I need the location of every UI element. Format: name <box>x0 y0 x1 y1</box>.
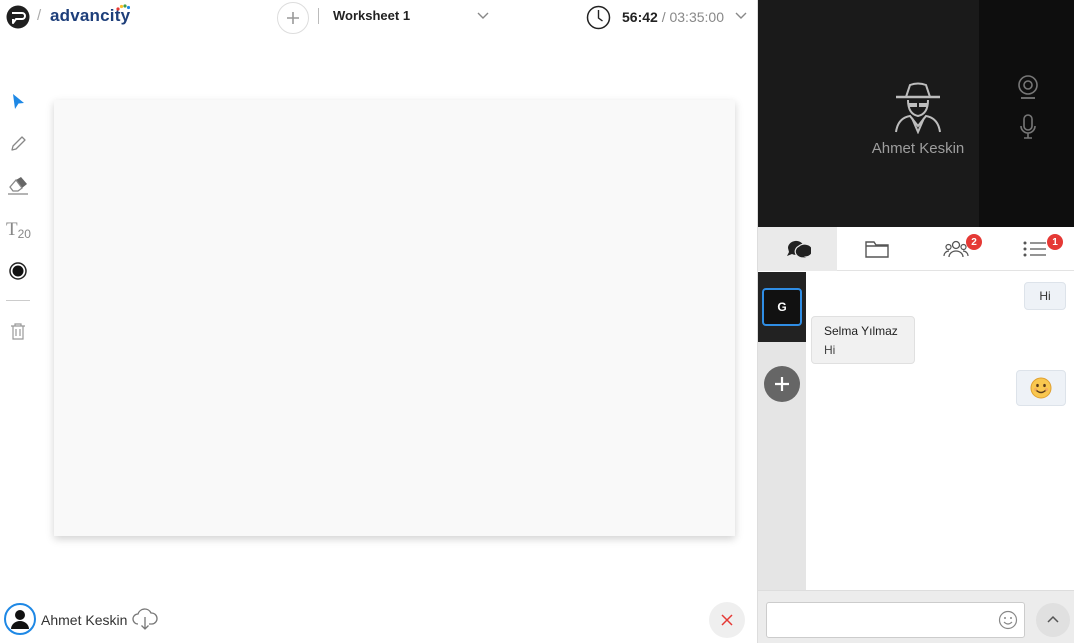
participants-count-badge: 2 <box>966 234 982 250</box>
list-count-badge: 1 <box>1047 234 1063 250</box>
plus-icon <box>775 377 789 391</box>
folder-icon <box>864 241 889 258</box>
cloud-download-icon[interactable] <box>131 606 159 632</box>
new-chat-button[interactable] <box>764 366 800 402</box>
video-panel: Ahmet Keskin <box>758 0 1074 227</box>
breadcrumb-separator: / <box>37 7 42 24</box>
message-incoming: Selma Yılmaz Hi <box>811 316 915 364</box>
clock-icon <box>586 5 611 30</box>
trash-icon <box>11 323 25 340</box>
worksheet-title[interactable]: Worksheet 1 <box>333 8 410 23</box>
user-avatar[interactable] <box>4 603 36 635</box>
webcam-icon[interactable] <box>1016 74 1040 100</box>
cursor-arrow-icon <box>13 94 24 109</box>
message-sender: Selma Yılmaz <box>824 324 898 338</box>
emoji-picker-icon[interactable] <box>998 610 1018 630</box>
pencil-tool-button[interactable] <box>6 132 30 156</box>
user-icon <box>11 610 29 629</box>
tab-files[interactable] <box>837 227 916 271</box>
app-logo-icon[interactable] <box>5 5 31 29</box>
add-worksheet-button[interactable] <box>277 2 309 34</box>
message-composer <box>758 590 1074 643</box>
select-tool-button[interactable] <box>6 90 30 114</box>
close-icon <box>721 614 733 626</box>
timer-separator: / <box>657 9 670 25</box>
participants-icon <box>942 240 969 258</box>
eraser-icon <box>8 177 28 195</box>
text-size-value: 20 <box>17 227 31 241</box>
video-participant-name: Ahmet Keskin <box>871 140 965 157</box>
eraser-tool-button[interactable] <box>6 174 30 198</box>
message-input[interactable] <box>766 602 1025 638</box>
brand-dots-icon <box>116 4 130 11</box>
text-tool-glyph: T <box>6 219 18 240</box>
pencil-icon <box>11 136 26 151</box>
list-icon <box>1023 241 1046 257</box>
microphone-icon[interactable] <box>1019 114 1037 140</box>
anonymous-user-icon <box>895 82 941 134</box>
timer-chevron-down-icon[interactable] <box>734 10 748 20</box>
message-outgoing: Hi <box>1024 282 1066 310</box>
toolbar-divider <box>6 300 30 301</box>
chat-rooms-sidebar: G <box>758 272 806 590</box>
color-swatch-icon <box>9 262 27 280</box>
chat-bubbles-icon <box>786 240 811 260</box>
whiteboard-canvas[interactable] <box>54 100 735 536</box>
chevron-up-icon <box>1047 615 1059 623</box>
timer-total: 03:35:00 <box>669 9 724 25</box>
smiley-emoji-icon <box>1030 377 1052 399</box>
whiteboard-pane: / advancity Worksheet 1 56:42 / 03:35:00… <box>0 0 757 643</box>
panel-tabs: 2 1 <box>758 227 1074 271</box>
bottom-bar: Ahmet Keskin <box>0 602 757 643</box>
timer-elapsed: 56:42 <box>622 9 658 25</box>
delete-tool-button[interactable] <box>6 320 30 344</box>
expand-composer-button[interactable] <box>1036 603 1070 637</box>
message-text: Hi <box>824 343 836 357</box>
app-window: / advancity Worksheet 1 56:42 / 03:35:00… <box>0 0 1074 643</box>
close-session-button[interactable] <box>709 602 745 638</box>
tab-list[interactable]: 1 <box>995 227 1074 271</box>
text-tool-button[interactable]: T 20 <box>6 218 36 242</box>
chat-messages: Hi Selma Yılmaz Hi <box>806 272 1074 590</box>
tab-participants[interactable]: 2 <box>916 227 995 271</box>
message-outgoing-emoji <box>1016 370 1066 406</box>
group-chat-button[interactable]: G <box>762 288 802 326</box>
active-room-highlight: G <box>758 272 806 342</box>
top-bar: / advancity Worksheet 1 56:42 / 03:35:00 <box>0 0 757 34</box>
plus-icon <box>287 12 299 24</box>
title-divider <box>318 8 319 24</box>
chevron-down-icon[interactable] <box>476 10 490 20</box>
current-user-name: Ahmet Keskin <box>41 612 128 628</box>
color-tool-button[interactable] <box>6 259 30 283</box>
session-timer: 56:42 / 03:35:00 <box>622 9 724 25</box>
side-panel: Ahmet Keskin 2 1 G Hi Selma Yılmaz Hi <box>757 0 1074 643</box>
tab-chat[interactable] <box>758 227 837 271</box>
